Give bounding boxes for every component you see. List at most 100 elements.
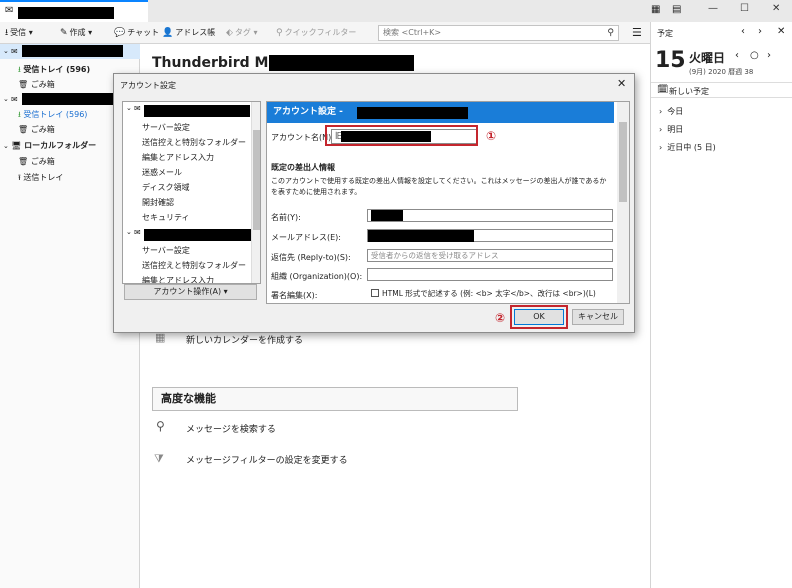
close-icon[interactable]: ✕ xyxy=(617,77,626,90)
download-icon: ⭳ xyxy=(5,28,9,38)
previous-icon[interactable]: ‹ xyxy=(741,26,745,37)
tree-item-security[interactable]: セキュリティ xyxy=(142,212,190,223)
agenda-label: 明日 xyxy=(667,125,684,134)
tag-icon: ⬖ xyxy=(226,28,233,38)
account-tree: ⌄ ✉ サーバー設定 送信控えと特別なフォルダー 編集とアドレス入力 迷惑メール… xyxy=(122,101,261,284)
envelope-icon: ✉ xyxy=(11,47,18,56)
trash-icon: 🗑 xyxy=(18,157,29,166)
main-toolbar: ⭳ 受信 ▾ ✎ 作成 ▾ 💬 チャット 👤 アドレス帳 ⬖ タグ ▾ ⚲ クイックフィルタ… xyxy=(0,22,650,44)
mail-tab[interactable]: ✉ xyxy=(0,0,148,22)
redacted-name xyxy=(371,210,403,221)
tree-item-server[interactable]: サーバー設定 xyxy=(142,122,190,133)
folder-trash-2[interactable]: 🗑 ごみ箱 xyxy=(18,122,55,137)
search-icon: ⚲ xyxy=(607,28,614,38)
today-icon[interactable]: ○ xyxy=(750,50,759,61)
quick-filter-label: クイックフィルター xyxy=(284,28,357,37)
next-icon[interactable]: › xyxy=(758,26,762,37)
folder-trash-3[interactable]: 🗑 ごみ箱 xyxy=(18,154,55,169)
minimize-button[interactable]: — xyxy=(708,3,718,14)
trash-icon: 🗑 xyxy=(18,80,29,89)
folder-label: 受信トレイ (596) xyxy=(23,65,91,74)
signature-label: 署名編集(X): xyxy=(271,291,318,300)
agenda-today[interactable]: › 今日 xyxy=(659,106,683,117)
chevron-down-icon: ⌄ xyxy=(3,95,9,103)
new-event-button[interactable]: 🗓 新しい予定 xyxy=(651,82,792,98)
address-book-button[interactable]: 👤 アドレス帳 xyxy=(162,25,215,41)
folder-inbox-1[interactable]: ⭳ 受信トレイ (596) xyxy=(18,62,90,77)
tag-button[interactable]: ⬖ タグ ▾ xyxy=(226,25,257,41)
reply-to-field[interactable]: 受信者からの返信を受け取るアドレス xyxy=(367,249,613,262)
agenda-upcoming[interactable]: › 近日中 (5 日) xyxy=(659,142,716,153)
account-settings-panel: アカウント設定 - アカウント名(N): 旧 ① 既定の差出人情報 このアカウン… xyxy=(266,101,630,304)
tree-scrollbar[interactable] xyxy=(251,102,260,283)
organization-field[interactable] xyxy=(367,268,613,281)
calendar-tab-icon[interactable]: ▦ xyxy=(651,4,660,15)
redacted-email xyxy=(368,230,474,242)
tree-item-composition[interactable]: 編集とアドレス入力 xyxy=(142,152,214,163)
redacted-header-account xyxy=(357,107,468,119)
account-actions-button[interactable]: アカウント操作(A) ▾ xyxy=(124,284,257,300)
annotation-1: ① xyxy=(486,129,497,143)
day-number: 15 xyxy=(655,48,686,73)
agenda-label: 近日中 (5 日) xyxy=(667,143,716,152)
redacted-account-name xyxy=(144,105,250,117)
organization-label: 組織 (Organization)(O): xyxy=(271,272,363,281)
close-pane-icon[interactable]: ✕ xyxy=(777,26,785,37)
chevron-down-icon: ⌄ xyxy=(3,142,9,150)
search-icon: ⚲ xyxy=(156,419,165,433)
new-calendar-link[interactable]: 新しいカレンダーを作成する xyxy=(186,333,303,346)
tree-item-junk[interactable]: 迷惑メール xyxy=(142,167,182,178)
message-filters-link[interactable]: メッセージフィルターの設定を変更する xyxy=(186,453,348,466)
tree-item-server-2[interactable]: サーバー設定 xyxy=(142,245,190,256)
reply-to-label: 返信先 (Reply-to)(S): xyxy=(271,253,351,262)
account1-row[interactable]: ⌄ ✉ xyxy=(0,44,140,59)
identity-description-2: を表すために使用されます。 xyxy=(271,188,362,196)
chat-button[interactable]: 💬 チャット xyxy=(114,25,159,41)
chevron-down-icon: ⌄ xyxy=(126,104,132,112)
redacted-account-name xyxy=(22,45,123,57)
folder-inbox-2[interactable]: ⭳ 受信トレイ (596) xyxy=(18,107,87,122)
write-button[interactable]: ✎ 作成 ▾ xyxy=(60,25,92,41)
name-field[interactable] xyxy=(367,209,613,222)
weekday: 火曜日 xyxy=(689,51,726,65)
pencil-icon: ✎ xyxy=(60,28,68,38)
tasks-tab-icon[interactable]: ▤ xyxy=(672,4,681,15)
html-checkbox[interactable] xyxy=(371,289,379,297)
tag-label: タグ xyxy=(234,28,251,37)
get-mail-button[interactable]: ⭳ 受信 ▾ xyxy=(5,25,33,41)
quick-filter-button[interactable]: ⚲ クイックフィルター xyxy=(276,25,356,41)
search-messages-link[interactable]: メッセージを検索する xyxy=(186,422,276,435)
close-window-button[interactable]: ✕ xyxy=(772,3,780,14)
chat-label: チャット xyxy=(127,28,160,37)
new-event-label: 新しい予定 xyxy=(669,87,709,96)
name-label: 名前(Y): xyxy=(271,213,301,222)
tree-item-copies-2[interactable]: 送信控えと特別なフォルダー xyxy=(142,260,246,271)
tree-item-copies[interactable]: 送信控えと特別なフォルダー xyxy=(142,137,246,148)
inbox-icon: ⭳ xyxy=(18,65,21,74)
folder-outbox[interactable]: ⭱ 送信トレイ xyxy=(18,170,63,185)
search-input[interactable]: 検索 <Ctrl+K> ⚲ xyxy=(378,25,619,41)
prev-day-icon[interactable]: ‹ xyxy=(735,50,739,61)
folder-trash-1[interactable]: 🗑 ごみ箱 xyxy=(18,77,55,92)
address-book-label: アドレス帳 xyxy=(175,28,216,37)
get-mail-label: 受信 xyxy=(10,28,27,37)
scrollbar-thumb[interactable] xyxy=(619,122,627,202)
tree-item-composition-2[interactable]: 編集とアドレス入力 xyxy=(142,275,214,283)
next-day-icon[interactable]: › xyxy=(767,50,771,61)
chat-icon: 💬 xyxy=(114,28,126,38)
cancel-button[interactable]: キャンセル xyxy=(572,309,624,325)
agenda-tomorrow[interactable]: › 明日 xyxy=(659,124,683,135)
maximize-button[interactable]: ☐ xyxy=(740,3,749,14)
folder-label: 送信トレイ xyxy=(23,173,64,182)
folder-label: ごみ箱 xyxy=(30,80,55,89)
folder-label: 受信トレイ (596) xyxy=(23,110,88,119)
tree-item-receipts[interactable]: 開封確認 xyxy=(142,197,174,208)
tree-item-disk[interactable]: ディスク領域 xyxy=(142,182,189,193)
panel-scrollbar[interactable] xyxy=(617,102,629,303)
highlight-box-1 xyxy=(325,125,478,146)
identity-heading: 既定の差出人情報 xyxy=(271,163,335,172)
scrollbar-thumb[interactable] xyxy=(253,130,260,230)
hamburger-icon[interactable]: ☰ xyxy=(632,25,642,41)
envelope-icon: ✉ xyxy=(134,104,141,113)
local-folders-row[interactable]: ⌄ 🖥 ローカルフォルダー xyxy=(3,138,96,153)
